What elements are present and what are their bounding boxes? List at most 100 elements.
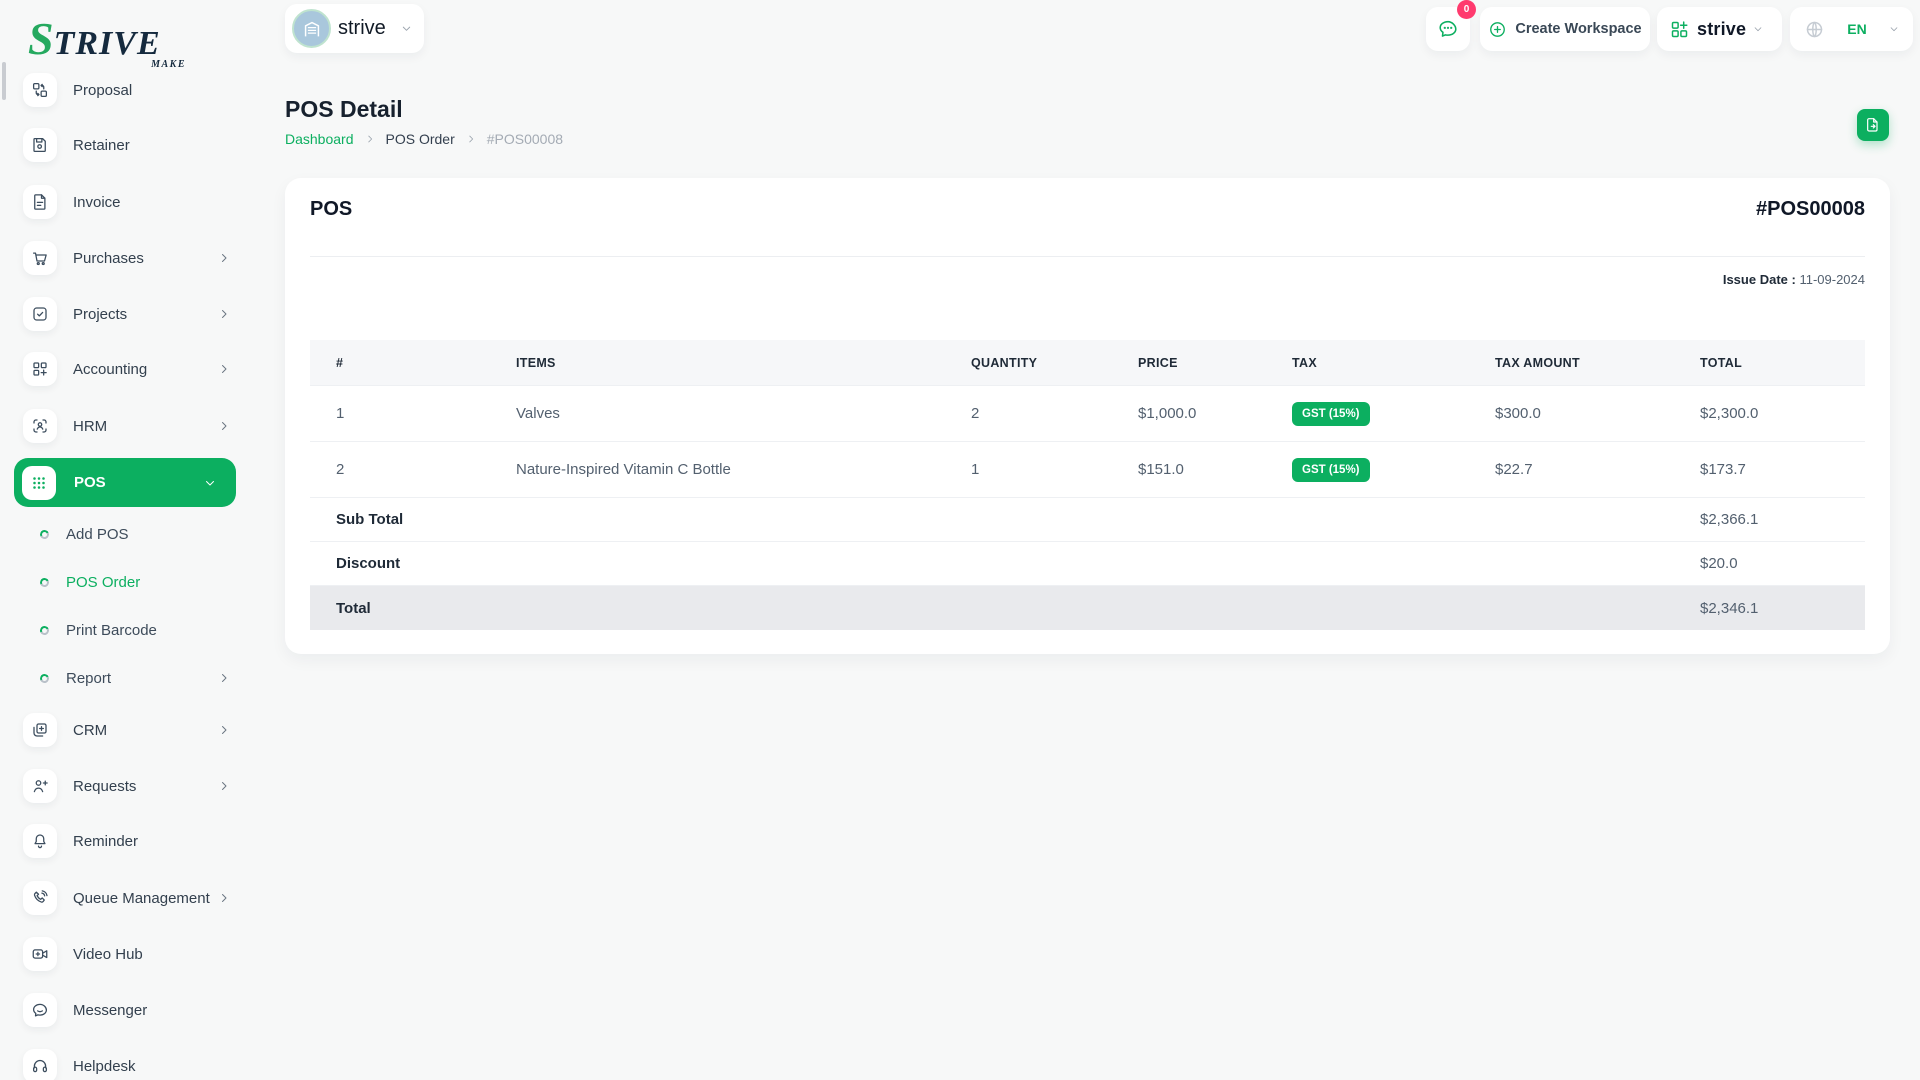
chevron-right-icon (218, 780, 230, 792)
pos-items-table: # ITEMS QUANTITY PRICE TAX TAX AMOUNT TO… (310, 340, 1865, 630)
language-selector[interactable]: EN (1790, 7, 1913, 51)
headphones-icon (23, 1049, 57, 1080)
chevron-right-icon (218, 252, 230, 264)
sidebar-item-label: Projects (73, 305, 128, 323)
sidebar-item-accounting[interactable]: Accounting (0, 352, 250, 386)
cart-icon (23, 241, 57, 275)
card-title: POS (310, 198, 353, 220)
app-switcher[interactable]: strive (1657, 7, 1782, 51)
invoice-icon (23, 185, 57, 219)
sidebar-item-label: Retainer (73, 136, 130, 154)
table-row: 1 Valves 2 $1,000.0 GST (15%) $300.0 $2,… (310, 386, 1865, 442)
col-header-items: ITEMS (516, 355, 556, 370)
tax-badge: GST (15%) (1292, 401, 1370, 426)
row-tax: GST (15%) (1292, 401, 1495, 426)
subtotal-row: Sub Total $2,366.1 (310, 498, 1865, 542)
sidebar-item-label: Video Hub (73, 945, 143, 963)
page-title: POS Detail (285, 96, 403, 122)
sidebar-subitem-add-pos[interactable]: Add POS (0, 522, 250, 546)
tax-badge: GST (15%) (1292, 457, 1370, 482)
row-price: $1,000.0 (1138, 405, 1197, 422)
sidebar-item-label: HRM (73, 417, 108, 435)
create-workspace-button[interactable]: Create Workspace (1480, 7, 1650, 51)
breadcrumb-pos-order[interactable]: POS Order (386, 131, 455, 147)
sidebar-subitem-report[interactable]: Report (0, 666, 250, 690)
globe-icon (1804, 19, 1825, 40)
discount-value: $20.0 (1700, 555, 1738, 572)
sidebar-item-requests[interactable]: Requests (0, 769, 250, 803)
row-total: $2,300.0 (1700, 405, 1759, 422)
sidebar-item-pos-active[interactable]: POS (14, 458, 236, 507)
video-camera-icon (23, 937, 57, 971)
total-row: Total $2,346.1 (310, 586, 1865, 630)
total-value: $2,346.1 (1700, 599, 1759, 617)
sidebar-item-crm[interactable]: CRM (0, 713, 250, 747)
chevron-down-icon (401, 23, 412, 34)
breadcrumb-dashboard-link[interactable]: Dashboard (285, 131, 354, 147)
retainer-icon (23, 128, 57, 162)
sidebar-item-label: Helpdesk (73, 1057, 136, 1075)
sidebar-subitem-pos-order-active[interactable]: POS Order (0, 570, 250, 594)
sidebar-item-video-hub[interactable]: Video Hub (0, 937, 250, 971)
export-button[interactable] (1857, 109, 1889, 141)
chevron-right-icon (218, 724, 230, 736)
breadcrumb: Dashboard POS Order #POS00008 (285, 131, 563, 147)
proposal-icon (23, 73, 57, 107)
discount-label: Discount (336, 555, 401, 572)
sidebar-item-label: Invoice (73, 193, 121, 211)
col-header-total: TOTAL (1700, 355, 1743, 370)
row-price: $151.0 (1138, 461, 1184, 478)
bullet-icon (38, 576, 51, 588)
user-scan-icon (23, 409, 57, 443)
sidebar-item-queue-management[interactable]: Queue Management (0, 881, 250, 915)
chevron-down-icon (1889, 24, 1899, 34)
sidebar-subitem-label: Add POS (66, 525, 129, 543)
grid-plus-icon (23, 352, 57, 386)
sidebar: STRIVE MAKE Proposal Retainer Invoice Pu… (0, 0, 250, 1080)
sidebar-item-label: Purchases (73, 249, 144, 267)
sidebar-item-reminder[interactable]: Reminder (0, 824, 250, 858)
sidebar-item-hrm[interactable]: HRM (0, 409, 250, 443)
bullet-icon (38, 624, 51, 636)
row-tax: GST (15%) (1292, 457, 1495, 482)
sidebar-item-proposal[interactable]: Proposal (0, 73, 250, 107)
sidebar-item-projects[interactable]: Projects (0, 297, 250, 331)
pos-number: #POS00008 (1756, 198, 1865, 220)
col-header-price: PRICE (1138, 355, 1178, 370)
workspace-selector[interactable]: strive (285, 4, 424, 53)
sidebar-item-invoice[interactable]: Invoice (0, 185, 250, 219)
sidebar-subitem-label: Report (66, 669, 112, 687)
sidebar-subitem-print-barcode[interactable]: Print Barcode (0, 618, 250, 642)
chat-button[interactable]: 0 (1426, 0, 1476, 51)
sidebar-item-label: CRM (73, 721, 108, 739)
sidebar-item-messenger[interactable]: Messenger (0, 993, 250, 1027)
breadcrumb-current: #POS00008 (486, 131, 564, 147)
check-square-icon (23, 297, 57, 331)
phone-call-icon (23, 881, 57, 915)
table-row: 2 Nature-Inspired Vitamin C Bottle 1 $15… (310, 442, 1865, 498)
sidebar-item-label: Proposal (73, 81, 133, 99)
sidebar-item-purchases[interactable]: Purchases (0, 241, 250, 275)
sidebar-item-helpdesk[interactable]: Helpdesk (0, 1049, 250, 1080)
chevron-right-icon (218, 672, 230, 684)
create-workspace-label: Create Workspace (1515, 21, 1642, 37)
chevron-right-icon (218, 892, 230, 904)
chevron-right-icon (466, 134, 476, 144)
sidebar-item-label: Queue Management (73, 889, 210, 907)
chat-icon (1437, 18, 1459, 40)
row-no: 2 (336, 461, 345, 478)
sidebar-item-label: Requests (73, 777, 137, 795)
chevron-right-icon (218, 308, 230, 320)
chevron-right-icon (365, 134, 375, 144)
row-total: $173.7 (1700, 461, 1746, 478)
issue-date: Issue Date : 11-09-2024 (1723, 272, 1865, 287)
discount-row: Discount $20.0 (310, 542, 1865, 586)
chat-badge: 0 (1457, 0, 1476, 19)
sidebar-item-retainer[interactable]: Retainer (0, 128, 250, 162)
row-quantity: 1 (971, 461, 980, 478)
row-item: Valves (516, 405, 560, 422)
app-logo[interactable]: STRIVE MAKE (28, 16, 198, 70)
chevron-right-icon (218, 420, 230, 432)
grid-plus-icon (1669, 19, 1690, 40)
workspace-name: strive (338, 17, 386, 39)
